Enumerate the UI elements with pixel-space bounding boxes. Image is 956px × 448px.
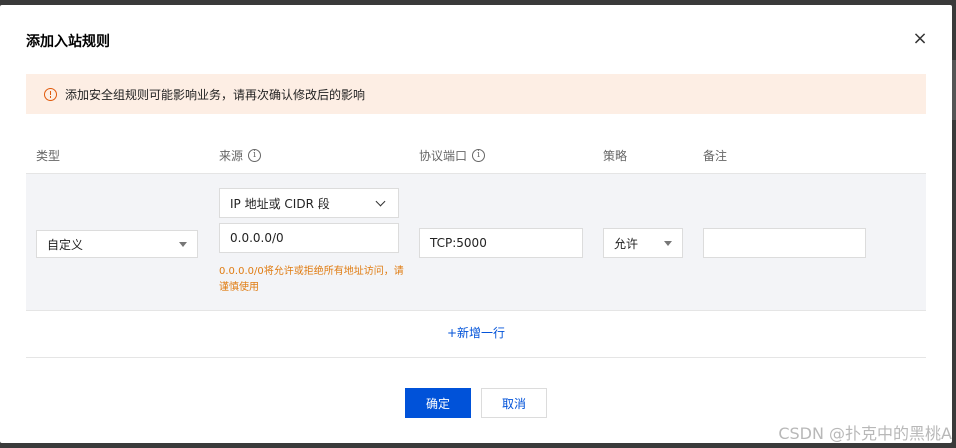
header-source: 来源 i: [219, 147, 262, 164]
header-policy: 策略: [603, 147, 627, 164]
watermark: CSDN @扑克中的黑桃A: [778, 424, 952, 443]
add-row-container: +新增一行: [0, 324, 952, 341]
source-kind-value: IP 地址或 CIDR 段: [230, 196, 330, 211]
chevron-down-icon: [375, 196, 386, 206]
header-note-label: 备注: [703, 149, 728, 163]
close-icon[interactable]: ×: [912, 30, 928, 48]
policy-select[interactable]: 允许: [603, 228, 683, 258]
rule-row: 自定义 IP 地址或 CIDR 段 0.0.0.0/0 0.0.0.0/0将允许…: [26, 174, 926, 311]
caret-down-icon: [179, 241, 187, 247]
port-value: TCP:5000: [430, 236, 487, 250]
type-select-value: 自定义: [47, 237, 84, 252]
source-cidr-value: 0.0.0.0/0: [230, 231, 284, 245]
info-icon[interactable]: i: [248, 149, 262, 162]
backdrop-edge: [952, 60, 956, 120]
header-type-label: 类型: [36, 149, 61, 163]
dialog-title: 添加入站规则: [26, 34, 110, 50]
add-inbound-rule-dialog: 添加入站规则 × 添加安全组规则可能影响业务，请再次确认修改后的影响 类型 来源…: [0, 5, 952, 443]
alert-text: 添加安全组规则可能影响业务，请再次确认修改后的影响: [65, 87, 366, 102]
source-warning-text: 0.0.0.0/0将允许或拒绝所有地址访问，请谨慎使用: [219, 266, 404, 293]
note-input[interactable]: [703, 228, 866, 258]
header-policy-label: 策略: [603, 149, 628, 163]
footer-divider: [26, 357, 926, 358]
rule-table-header: 类型 来源 i 协议端口 i 策略 备注: [26, 137, 926, 174]
warning-alert: 添加安全组规则可能影响业务，请再次确认修改后的影响: [26, 74, 926, 114]
header-note: 备注: [703, 147, 727, 164]
header-source-label: 来源: [219, 149, 244, 163]
source-kind-select[interactable]: IP 地址或 CIDR 段: [219, 188, 399, 218]
type-select[interactable]: 自定义: [36, 230, 198, 258]
info-icon[interactable]: i: [472, 149, 486, 162]
header-port: 协议端口 i: [419, 147, 486, 164]
header-port-label: 协议端口: [419, 149, 468, 163]
add-row-link[interactable]: +新增一行: [447, 326, 505, 340]
header-type: 类型: [36, 147, 60, 164]
port-input[interactable]: TCP:5000: [419, 228, 583, 258]
policy-select-value: 允许: [614, 236, 639, 251]
source-cidr-input[interactable]: 0.0.0.0/0: [219, 223, 399, 253]
caret-down-icon: [664, 240, 672, 246]
confirm-button[interactable]: 确定: [405, 388, 471, 418]
cancel-button[interactable]: 取消: [481, 388, 547, 418]
warning-circle-icon: [44, 87, 57, 101]
